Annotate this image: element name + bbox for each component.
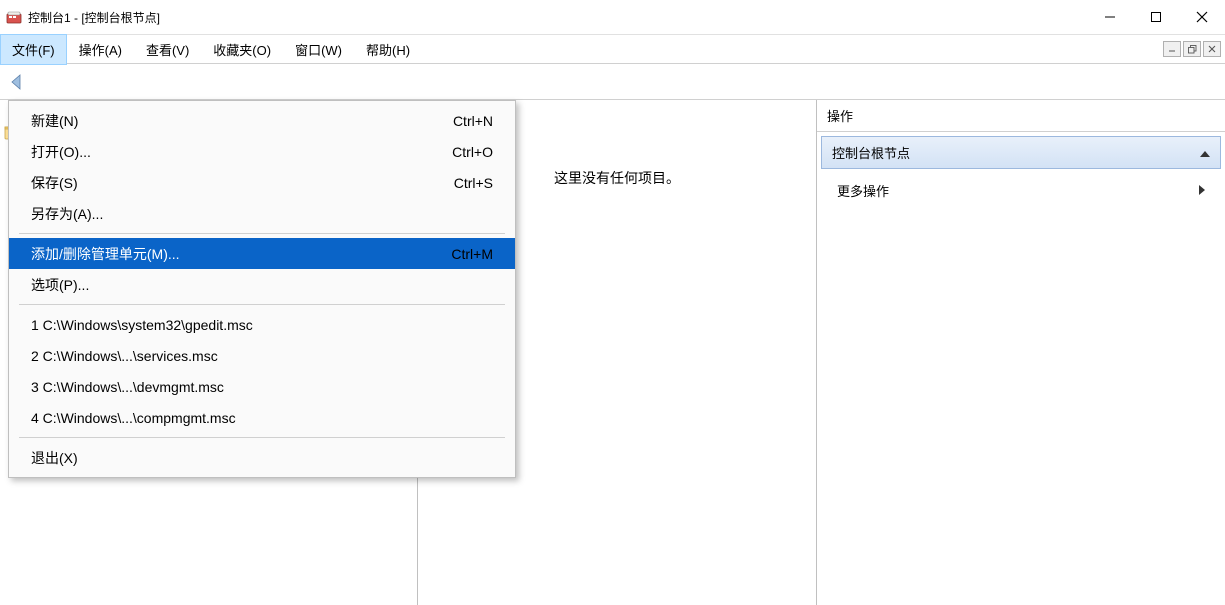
menu-window[interactable]: 窗口(W) [283, 34, 354, 65]
window-title: 控制台1 - [控制台根节点] [28, 9, 160, 26]
file-recent-1[interactable]: 1 C:\Windows\system32\gpedit.msc [9, 309, 515, 340]
file-menu-dropdown: 新建(N) Ctrl+N 打开(O)... Ctrl+O 保存(S) Ctrl+… [8, 100, 516, 478]
menu-separator [19, 437, 505, 438]
mmc-app-icon [6, 9, 22, 25]
file-new[interactable]: 新建(N) Ctrl+N [9, 105, 515, 136]
file-add-remove-snapin-label: 添加/删除管理单元(M)... [31, 244, 451, 264]
menu-favorites[interactable]: 收藏夹(O) [201, 34, 283, 65]
file-saveas[interactable]: 另存为(A)... [9, 198, 515, 229]
file-open[interactable]: 打开(O)... Ctrl+O [9, 136, 515, 167]
file-recent-2[interactable]: 2 C:\Windows\...\services.msc [9, 340, 515, 371]
menu-view[interactable]: 查看(V) [134, 34, 201, 65]
actions-pane: 操作 控制台根节点 更多操作 [817, 100, 1225, 605]
file-exit[interactable]: 退出(X) [9, 442, 515, 473]
maximize-button[interactable] [1133, 2, 1179, 32]
mdi-close-button[interactable] [1203, 41, 1221, 57]
file-new-label: 新建(N) [31, 111, 453, 131]
window-controls [1087, 2, 1225, 32]
back-button[interactable] [4, 68, 32, 96]
menu-separator [19, 233, 505, 234]
file-save-label: 保存(S) [31, 173, 454, 193]
file-recent-4[interactable]: 4 C:\Windows\...\compmgmt.msc [9, 402, 515, 433]
menu-help[interactable]: 帮助(H) [354, 34, 422, 65]
file-add-remove-snapin[interactable]: 添加/删除管理单元(M)... Ctrl+M [9, 238, 515, 269]
file-exit-label: 退出(X) [31, 448, 493, 468]
menu-separator [19, 304, 505, 305]
empty-message: 这里没有任何项目。 [554, 168, 680, 188]
file-options[interactable]: 选项(P)... [9, 269, 515, 300]
file-recent-3[interactable]: 3 C:\Windows\...\devmgmt.msc [9, 371, 515, 402]
menu-file[interactable]: 文件(F) [0, 34, 67, 65]
title-bar: 控制台1 - [控制台根节点] [0, 0, 1225, 34]
file-add-remove-snapin-accel: Ctrl+M [451, 246, 493, 262]
content-area: 新建(N) Ctrl+N 打开(O)... Ctrl+O 保存(S) Ctrl+… [0, 100, 1225, 605]
file-new-accel: Ctrl+N [453, 113, 493, 129]
mdi-minimize-button[interactable] [1163, 41, 1181, 57]
file-save-accel: Ctrl+S [454, 175, 493, 191]
close-button[interactable] [1179, 2, 1225, 32]
toolbar [0, 64, 1225, 100]
menu-bar: 文件(F) 操作(A) 查看(V) 收藏夹(O) 窗口(W) 帮助(H) [0, 34, 1225, 64]
actions-group-console-root[interactable]: 控制台根节点 [821, 136, 1221, 169]
minimize-button[interactable] [1087, 2, 1133, 32]
chevron-right-icon [1199, 183, 1205, 198]
actions-more[interactable]: 更多操作 [817, 173, 1225, 208]
menu-action[interactable]: 操作(A) [67, 34, 134, 65]
file-open-accel: Ctrl+O [452, 144, 493, 160]
chevron-up-icon [1200, 145, 1210, 160]
mdi-restore-button[interactable] [1183, 41, 1201, 57]
actions-group-label: 控制台根节点 [832, 143, 910, 162]
actions-more-label: 更多操作 [837, 181, 889, 200]
actions-pane-title: 操作 [817, 100, 1225, 132]
file-open-label: 打开(O)... [31, 142, 452, 162]
file-saveas-label: 另存为(A)... [31, 204, 493, 224]
file-options-label: 选项(P)... [31, 275, 493, 295]
file-save[interactable]: 保存(S) Ctrl+S [9, 167, 515, 198]
mdi-window-controls [1161, 41, 1225, 57]
